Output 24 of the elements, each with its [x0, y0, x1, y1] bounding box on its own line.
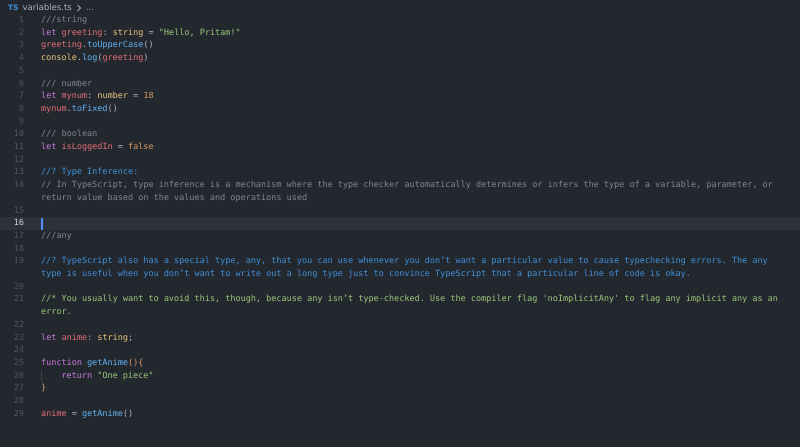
code-line: // In TypeScript, type inference is a mechanism where the type checker automatically determines or infers the type of a variable, parameter, or return value based on the values and operations used: [41, 179, 774, 205]
code-line: //? TypeScript also has a special type, any, that you can use whenever you don’t want a particular value to cause typechecking errors. The any type is useful when you don’t want to write out a long type just to convince TypeScript that a particular line of code is okay.: [41, 255, 769, 281]
code-line: mynum.toFixed(): [41, 102, 119, 116]
code-line: ///string: [41, 14, 88, 27]
code-line: return "One piece": [61, 370, 155, 382]
code-line: greeting.toUpperCase(): [41, 39, 155, 52]
code-line: /// boolean: [41, 128, 98, 142]
code-line: console.log(greeting): [41, 52, 150, 65]
code-line: let isLoggedIn = false: [41, 141, 155, 154]
code-line: }: [41, 382, 48, 396]
code-line: ///any: [41, 230, 73, 243]
chevron-icon: [76, 4, 82, 12]
code-line: //* You usually want to avoid this, though, because any isn’t type-checked. Use the compiler flag 'noImplicitAny' to flag any implicit any as an error.: [41, 293, 779, 319]
code-line: let greeting: string = "Hello, Pritam!": [41, 26, 242, 40]
text-cursor: [41, 218, 42, 230]
line-number: 16: [12, 217, 24, 230]
code-line: //? Type Inference:: [41, 166, 140, 180]
code-line: function getAnime(){: [41, 356, 144, 370]
breadcrumb-file[interactable]: variables.ts: [22, 2, 72, 12]
code-line: let anime: string;: [41, 332, 134, 344]
code-line: anime = getAnime(): [41, 408, 134, 420]
breadcrumb-more[interactable]: ...: [86, 2, 94, 12]
code-line: let mynum: number = 18: [41, 90, 155, 103]
code-line: /// number: [41, 78, 94, 90]
